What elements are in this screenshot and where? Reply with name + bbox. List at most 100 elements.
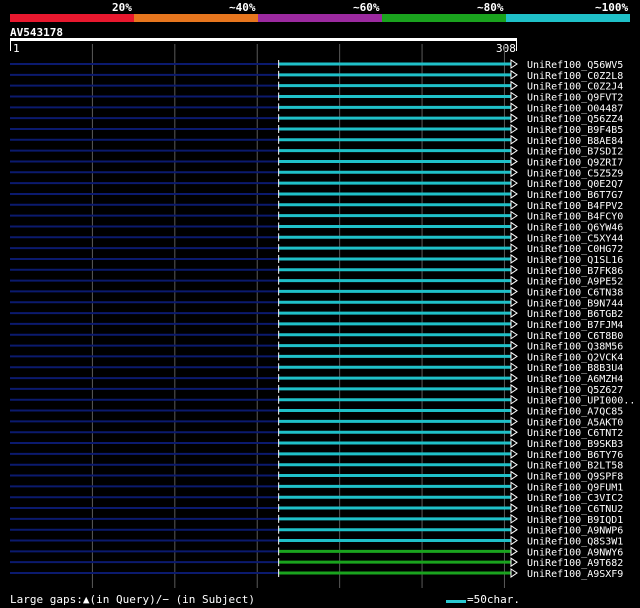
hit-label[interactable]: UniRef100_Q9SPF8 [527, 472, 623, 483]
hit-row[interactable]: UniRef100_O04487 [10, 102, 623, 114]
hit-row[interactable]: UniRef100_A6MZH4 [10, 373, 623, 385]
hit-label[interactable]: UniRef100_C0Z2J4 [527, 82, 623, 93]
hit-label[interactable]: UniRef100_B9N744 [527, 298, 623, 309]
hit-label[interactable]: UniRef100_C6TNT2 [527, 428, 623, 439]
hit-row[interactable]: UniRef100_B4FPV2 [10, 199, 623, 212]
hit-label[interactable]: UniRef100_C5Z5Z9 [527, 168, 623, 179]
hit-label[interactable]: UniRef100_Q0E2Q7 [527, 179, 623, 190]
hit-row[interactable]: UniRef100_C0Z2J4 [10, 80, 623, 93]
hit-row[interactable]: UniRef100_Q56ZZ4 [10, 113, 623, 125]
hit-row[interactable]: UniRef100_C3VIC2 [10, 492, 623, 504]
hit-row[interactable]: UniRef100_A9PE52 [10, 275, 623, 288]
hit-label[interactable]: UniRef100_B2LT58 [527, 461, 623, 472]
hit-row[interactable]: UniRef100_Q38M56 [10, 340, 623, 353]
hit-row[interactable]: UniRef100_B6TY76 [10, 448, 623, 461]
hit-label[interactable]: UniRef100_B9F4B5 [527, 125, 623, 136]
hit-row[interactable]: UniRef100_C5XY44 [10, 232, 623, 244]
hit-row[interactable]: UniRef100_A9SXF9 [10, 568, 623, 580]
hit-row[interactable]: UniRef100_B9F4B5 [10, 124, 623, 136]
alignment-plot: UniRef100_Q56WV5UniRef100_C0Z2L8UniRef10… [10, 44, 635, 588]
hit-row[interactable]: UniRef100_B8AE84 [10, 134, 623, 147]
hit-row[interactable]: UniRef100_Q9FUM1 [10, 481, 623, 493]
hit-row[interactable]: UniRef100_Q0E2Q7 [10, 178, 623, 190]
hit-label[interactable]: UniRef100_C6TNU2 [527, 504, 623, 515]
hit-label[interactable]: UniRef100_B4FPV2 [527, 201, 623, 212]
hit-label[interactable]: UniRef100_Q1SL16 [527, 255, 623, 266]
hit-label[interactable]: UniRef100_C3VIC2 [527, 493, 623, 504]
hit-row[interactable]: UniRef100_UPI000.. [10, 394, 635, 407]
hit-label[interactable]: UniRef100_C6T8B0 [527, 331, 623, 342]
hit-label[interactable]: UniRef100_A5AKT0 [527, 417, 623, 428]
hit-row[interactable]: UniRef100_Q1SL16 [10, 254, 623, 266]
hit-row[interactable]: UniRef100_B6TGB2 [10, 308, 623, 320]
hit-label[interactable]: UniRef100_B4FCY0 [527, 212, 623, 223]
hit-row[interactable]: UniRef100_B9SKB3 [10, 438, 623, 450]
hit-label[interactable]: UniRef100_B7SDI2 [527, 147, 623, 158]
hit-label[interactable]: UniRef100_Q56ZZ4 [527, 114, 623, 125]
hit-row[interactable]: UniRef100_Q8S3W1 [10, 535, 623, 548]
hit-label[interactable]: UniRef100_B6T7G7 [527, 190, 623, 201]
hit-row[interactable]: UniRef100_A9NWY6 [10, 546, 623, 558]
hit-row[interactable]: UniRef100_C6TN38 [10, 286, 623, 298]
hit-label[interactable]: UniRef100_B9IQD1 [527, 515, 623, 526]
hit-label[interactable]: UniRef100_B7FK86 [527, 266, 623, 277]
hit-row[interactable]: UniRef100_B7FK86 [10, 264, 623, 277]
hit-label[interactable]: UniRef100_B8AE84 [527, 136, 623, 147]
hit-row[interactable]: UniRef100_Q5Z627 [10, 383, 623, 396]
hit-label[interactable]: UniRef100_A9T682 [527, 558, 623, 569]
hit-label[interactable]: UniRef100_A9NWP6 [527, 526, 623, 537]
hit-row[interactable]: UniRef100_Q9ZRI7 [10, 156, 623, 168]
hit-row[interactable]: UniRef100_C0Z2L8 [10, 69, 623, 82]
hit-row[interactable]: UniRef100_B2LT58 [10, 459, 623, 472]
hit-row[interactable]: UniRef100_B4FCY0 [10, 210, 623, 223]
hit-label[interactable]: UniRef100_C6TN38 [527, 287, 623, 298]
hit-row[interactable]: UniRef100_C6T8B0 [10, 329, 623, 342]
hit-label[interactable]: UniRef100_Q8S3W1 [527, 537, 623, 548]
hit-label[interactable]: UniRef100_B8B3U4 [527, 363, 623, 374]
hit-row[interactable]: UniRef100_Q9FVT2 [10, 91, 623, 103]
hit-label[interactable]: UniRef100_Q9FVT2 [527, 92, 623, 103]
hit-label[interactable]: UniRef100_B6TGB2 [527, 309, 623, 320]
hit-label[interactable]: UniRef100_C0Z2L8 [527, 71, 623, 82]
hit-label[interactable]: UniRef100_B7FJM4 [527, 320, 623, 331]
hit-row[interactable]: UniRef100_A5AKT0 [10, 416, 623, 428]
hit-label[interactable]: UniRef100_Q6YW46 [527, 222, 623, 233]
hit-row[interactable]: UniRef100_B9IQD1 [10, 513, 623, 526]
hit-row[interactable]: UniRef100_C5Z5Z9 [10, 167, 623, 179]
hit-row[interactable]: UniRef100_B8B3U4 [10, 362, 623, 374]
hit-row[interactable]: UniRef100_B7SDI2 [10, 145, 623, 158]
hit-row[interactable]: UniRef100_B7FJM4 [10, 318, 623, 331]
hit-label[interactable]: UniRef100_A9NWY6 [527, 547, 623, 558]
hit-label[interactable]: UniRef100_Q9FUM1 [527, 482, 623, 493]
hit-label[interactable]: UniRef100_O04487 [527, 103, 623, 114]
scale-segment [506, 14, 630, 22]
hit-row[interactable]: UniRef100_C6TNU2 [10, 503, 623, 515]
hit-row[interactable]: UniRef100_A9NWP6 [10, 524, 623, 537]
hit-label[interactable]: UniRef100_C0HG72 [527, 244, 623, 255]
hit-label[interactable]: UniRef100_Q38M56 [527, 342, 623, 353]
hit-row[interactable]: UniRef100_C0HG72 [10, 243, 623, 255]
hit-label[interactable]: UniRef100_A9PE52 [527, 277, 623, 288]
hit-label[interactable]: UniRef100_Q9ZRI7 [527, 157, 623, 168]
hit-label[interactable]: UniRef100_Q5Z627 [527, 385, 623, 396]
hit-row[interactable]: UniRef100_Q56WV5 [10, 59, 623, 71]
hit-row[interactable]: UniRef100_Q9SPF8 [10, 470, 623, 483]
hit-label[interactable]: UniRef100_UPI000.. [527, 396, 635, 407]
hit-row[interactable]: UniRef100_A9T682 [10, 557, 623, 569]
hit-label[interactable]: UniRef100_B6TY76 [527, 450, 623, 461]
hit-row[interactable]: UniRef100_Q2VCK4 [10, 351, 623, 363]
hit-label[interactable]: UniRef100_Q56WV5 [527, 60, 623, 71]
alignment-end-arrow [510, 134, 518, 145]
hit-label[interactable]: UniRef100_A7QC85 [527, 407, 623, 418]
alignment-end-arrow [510, 557, 518, 568]
hit-label[interactable]: UniRef100_Q2VCK4 [527, 352, 623, 363]
hit-row[interactable]: UniRef100_Q6YW46 [10, 221, 623, 233]
hit-row[interactable]: UniRef100_B9N744 [10, 297, 623, 309]
hit-label[interactable]: UniRef100_A9SXF9 [527, 569, 623, 580]
hit-row[interactable]: UniRef100_C6TNT2 [10, 427, 623, 439]
hit-label[interactable]: UniRef100_C5XY44 [527, 233, 623, 244]
hit-label[interactable]: UniRef100_A6MZH4 [527, 374, 623, 385]
hit-row[interactable]: UniRef100_B6T7G7 [10, 189, 623, 201]
hit-row[interactable]: UniRef100_A7QC85 [10, 405, 623, 418]
hit-label[interactable]: UniRef100_B9SKB3 [527, 439, 623, 450]
